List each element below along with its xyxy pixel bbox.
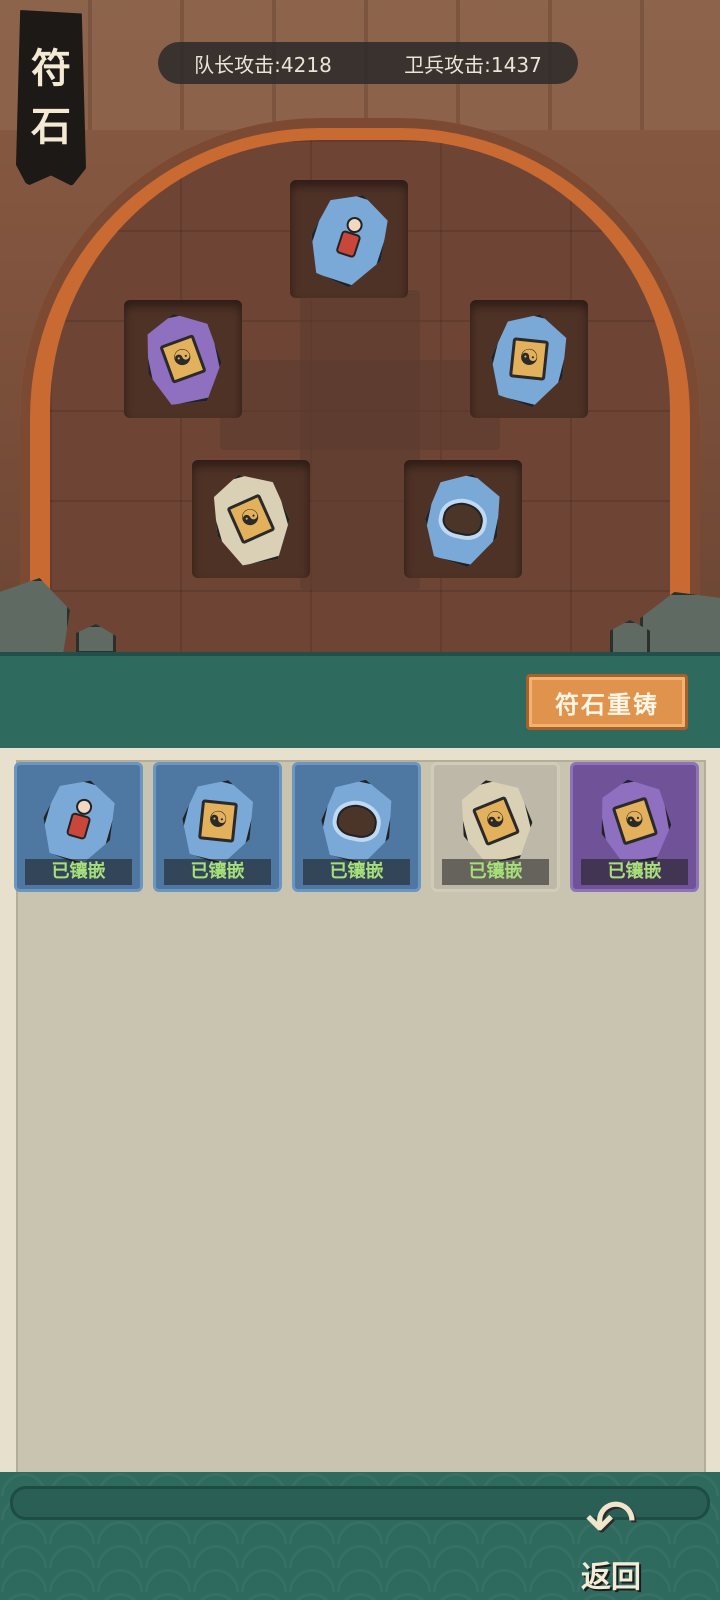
back-button-label: 返回 <box>581 1560 641 1595</box>
back-button[interactable]: ↶ 返回 <box>556 1490 666 1596</box>
attack-stats-bar: 队长攻击:4218 卫兵攻击:1437 <box>158 42 578 84</box>
rune-recast-button[interactable]: 符石重铸 <box>526 674 688 730</box>
rune-slot-bottom-right[interactable] <box>404 460 522 578</box>
beige-yinyang-rune: ☯ <box>203 465 299 574</box>
inventory-item[interactable]: ☯ 已镶嵌 <box>431 762 560 892</box>
back-arrow-icon: ↶ <box>585 1485 637 1558</box>
inventory-item[interactable]: 已镶嵌 <box>14 762 143 892</box>
blue-creature-rune <box>314 773 400 870</box>
inventory-item[interactable]: 已镶嵌 <box>292 762 421 892</box>
equipped-status: 已镶嵌 <box>442 859 549 885</box>
page-title-char-2: 石 <box>31 103 71 150</box>
equipped-status: 已镶嵌 <box>164 859 271 885</box>
page-title-char-1: 符 <box>31 45 71 92</box>
rune-slot-bottom-left[interactable]: ☯ <box>192 460 310 578</box>
warrior-figure-icon <box>56 794 101 848</box>
yinyang-icon: ☯ <box>509 337 549 381</box>
guard-attack-stat: 卫兵攻击:1437 <box>404 52 542 77</box>
inventory-row: 已镶嵌 ☯ 已镶嵌 已镶嵌 ☯ 已镶嵌 ☯ 已镶嵌 <box>14 762 706 892</box>
yinyang-icon: ☯ <box>198 799 238 843</box>
blue-figure-rune <box>300 184 399 294</box>
purple-yinyang-rune: ☯ <box>137 306 229 411</box>
cross-engraving-horizontal <box>220 360 500 450</box>
warrior-figure-icon <box>326 212 373 266</box>
equipped-status: 已镶嵌 <box>25 859 132 885</box>
blue-yinyang-rune: ☯ <box>482 305 576 412</box>
yinyang-icon: ☯ <box>159 334 207 384</box>
blue-yinyang-rune: ☯ <box>173 772 261 870</box>
rune-slot-right[interactable]: ☯ <box>470 300 588 418</box>
yinyang-icon: ☯ <box>226 493 275 544</box>
inventory-item[interactable]: ☯ 已镶嵌 <box>570 762 699 892</box>
purple-yinyang-rune: ☯ <box>593 774 677 869</box>
blue-figure-rune <box>33 771 123 871</box>
captain-attack-stat: 队长攻击:4218 <box>194 52 332 77</box>
beige-yinyang-rune: ☯ <box>451 772 539 870</box>
equipped-status: 已镶嵌 <box>303 859 410 885</box>
creature-icon <box>334 801 380 841</box>
rune-chamber: ☯ ☯ ☯ <box>0 0 720 660</box>
rune-slot-left[interactable]: ☯ <box>124 300 242 418</box>
equipped-status: 已镶嵌 <box>581 859 688 885</box>
inventory-item[interactable]: ☯ 已镶嵌 <box>153 762 282 892</box>
yinyang-icon: ☯ <box>611 796 658 845</box>
yinyang-icon: ☯ <box>471 796 519 847</box>
creature-icon <box>440 499 486 539</box>
page-title-badge: 符 石 <box>16 10 86 186</box>
rune-slot-top[interactable] <box>290 180 408 298</box>
blue-creature-rune <box>417 466 509 571</box>
